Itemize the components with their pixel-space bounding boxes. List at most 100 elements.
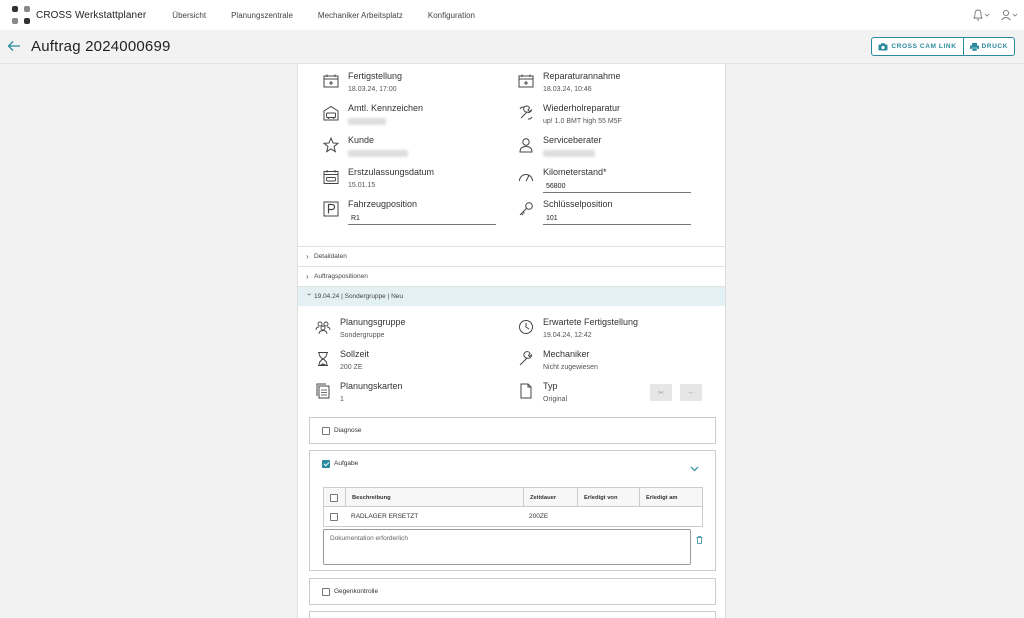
printer-icon	[969, 42, 979, 51]
cards-icon	[316, 383, 330, 399]
table-row: RADLAGER ERSETZT 200ZE	[324, 507, 702, 526]
row-checkbox[interactable]	[330, 512, 338, 521]
nav-link-planungszentrale[interactable]: Planungszentrale	[231, 11, 293, 20]
documentation-textarea[interactable]: Dokumentation erforderlich	[323, 529, 691, 565]
sollzeit-label: Sollzeit	[340, 349, 370, 359]
aufgabe-checkbox[interactable]	[322, 460, 330, 468]
aufgabe-label: Aufgabe	[334, 460, 359, 467]
col-header-erledigt-von[interactable]: Erledigt von	[577, 488, 639, 507]
wiederholreparatur-label: Wiederholreparatur	[543, 103, 621, 113]
typ-value: Original	[543, 396, 568, 403]
top-navigation: CROSS Werkstattplaner Übersicht Planungs…	[0, 0, 1024, 30]
task-table: Beschreibung Zeitdauer Erledigt von Erle…	[323, 487, 703, 527]
hourglass-icon	[318, 352, 328, 366]
calendar-icon	[323, 74, 339, 88]
planungsgruppe-value: Sondergruppe	[340, 332, 385, 339]
chevron-down-icon[interactable]	[690, 459, 699, 477]
fahrzeugposition-label: Fahrzeugposition	[348, 199, 418, 209]
planungskarten-value: 1	[340, 396, 344, 403]
merge-button[interactable]: →·	[680, 384, 702, 401]
serviceberater-redacted-value	[543, 150, 595, 157]
clock-icon	[519, 320, 533, 334]
chevron-down-icon: ›	[305, 293, 314, 296]
checklist-aufgabe: Aufgabe Beschreibung Zeitdauer Erledigt …	[309, 450, 716, 571]
mechaniker-value: Nicht zugewiesen	[543, 364, 598, 371]
erstzulassung-label: Erstzulassungsdatum	[348, 167, 435, 177]
back-arrow-icon[interactable]	[7, 39, 21, 57]
page-title: Auftrag 2024000699	[31, 38, 171, 55]
nav-link-mechaniker-arbeitsplatz[interactable]: Mechaniker Arbeitsplatz	[318, 11, 403, 20]
cross-cam-link-label: CROSS CAM LINK	[891, 43, 957, 50]
app-logo[interactable]: CROSS Werkstattplaner	[12, 6, 146, 24]
key-icon	[519, 202, 533, 216]
split-button[interactable]: ✂	[650, 384, 672, 401]
planungskarten-label: Planungskarten	[340, 381, 403, 391]
star-icon	[323, 137, 339, 153]
gegenkontrolle-checkbox[interactable]	[322, 588, 330, 596]
cell-beschreibung: RADLAGER ERSETZT	[351, 513, 419, 520]
chevron-right-icon: ›	[306, 252, 309, 261]
section-detaildaten-label: Detaildaten	[314, 253, 347, 260]
kennzeichen-label: Amtl. Kennzeichen	[348, 103, 424, 113]
diagnose-checkbox[interactable]	[322, 427, 330, 435]
nav-link-uebersicht[interactable]: Übersicht	[172, 11, 206, 20]
group-people-icon	[315, 321, 331, 335]
section-detaildaten[interactable]: › Detaildaten	[298, 246, 725, 266]
checklist-gegenkontrolle: Gegenkontrolle	[309, 578, 716, 605]
erstzulassung-value: 15.01.15	[348, 182, 376, 189]
erwartete-value: 19.04.24, 12:42	[543, 332, 592, 339]
select-all-checkbox[interactable]	[330, 493, 338, 502]
kunde-label: Kunde	[348, 135, 375, 145]
planungsgruppe-label: Planungsgruppe	[340, 317, 406, 327]
trash-icon[interactable]	[696, 531, 703, 549]
diagnose-label: Diagnose	[334, 427, 362, 434]
chevron-right-icon: ›	[306, 272, 309, 281]
parking-icon	[323, 201, 339, 217]
speedometer-icon	[519, 174, 533, 182]
cross-cam-link-button[interactable]: CROSS CAM LINK	[872, 38, 962, 55]
checklist-next-card	[309, 611, 716, 618]
garage-car-icon	[323, 105, 339, 121]
wrench-repeat-icon	[519, 105, 533, 120]
wiederholreparatur-value: up! 1.0 BMT high 55 M5F	[543, 118, 622, 125]
order-header: Auftrag 2024000699 CROSS CAM LINK DRUCK	[0, 30, 1024, 64]
user-menu-icon[interactable]	[1000, 8, 1018, 26]
serviceberater-label: Serviceberater	[543, 135, 602, 145]
nav-link-konfiguration[interactable]: Konfiguration	[428, 11, 475, 20]
cross-logo-icon	[12, 6, 30, 24]
app-brand: CROSS Werkstattplaner	[36, 9, 147, 21]
checklist-diagnose: Diagnose	[309, 417, 716, 444]
gegenkontrolle-label: Gegenkontrolle	[334, 588, 379, 595]
print-button[interactable]: DRUCK	[962, 38, 1014, 55]
section-auftragspositionen[interactable]: › Auftragspositionen	[298, 266, 725, 286]
sollzeit-value: 200 ZE	[340, 364, 363, 371]
section-auftragspositionen-label: Auftragspositionen	[314, 273, 368, 280]
fertigstellung-value: 18.03.24, 17:00	[348, 86, 397, 93]
kunde-redacted-value	[348, 150, 408, 157]
schluesselposition-input[interactable]: 101	[543, 212, 691, 225]
person-icon	[519, 138, 533, 153]
col-header-zeitdauer[interactable]: Zeitdauer	[523, 488, 577, 507]
notifications-bell-icon[interactable]	[972, 8, 990, 26]
reparaturannahme-value: 18.03.24, 10:46	[543, 86, 592, 93]
scissors-icon: ✂	[658, 389, 664, 397]
wrench-icon	[519, 351, 533, 366]
kilometerstand-input[interactable]: 56800	[543, 180, 691, 193]
fertigstellung-label: Fertigstellung	[348, 71, 403, 81]
section-group-label: 19.04.24 | Sondergruppe | Neu	[314, 293, 404, 300]
cell-zeitdauer: 200ZE	[529, 513, 549, 520]
calendar-car-icon	[323, 170, 339, 184]
task-table-header: Beschreibung Zeitdauer Erledigt von Erle…	[324, 488, 702, 507]
document-icon	[520, 383, 532, 399]
typ-label: Typ	[543, 381, 558, 391]
section-group-active[interactable]: › 19.04.24 | Sondergruppe | Neu	[298, 286, 725, 306]
erwartete-label: Erwartete Fertigstellung	[543, 317, 639, 327]
schluesselposition-label: Schlüsselposition	[543, 199, 613, 209]
header-toolbar: CROSS CAM LINK DRUCK	[871, 37, 1015, 56]
kennzeichen-redacted-value	[348, 118, 386, 125]
col-header-erledigt-am[interactable]: Erledigt am	[639, 488, 702, 507]
print-label: DRUCK	[981, 43, 1008, 50]
calendar-icon	[518, 74, 534, 88]
col-header-beschreibung[interactable]: Beschreibung	[345, 488, 523, 507]
fahrzeugposition-input[interactable]: R1	[348, 212, 496, 225]
